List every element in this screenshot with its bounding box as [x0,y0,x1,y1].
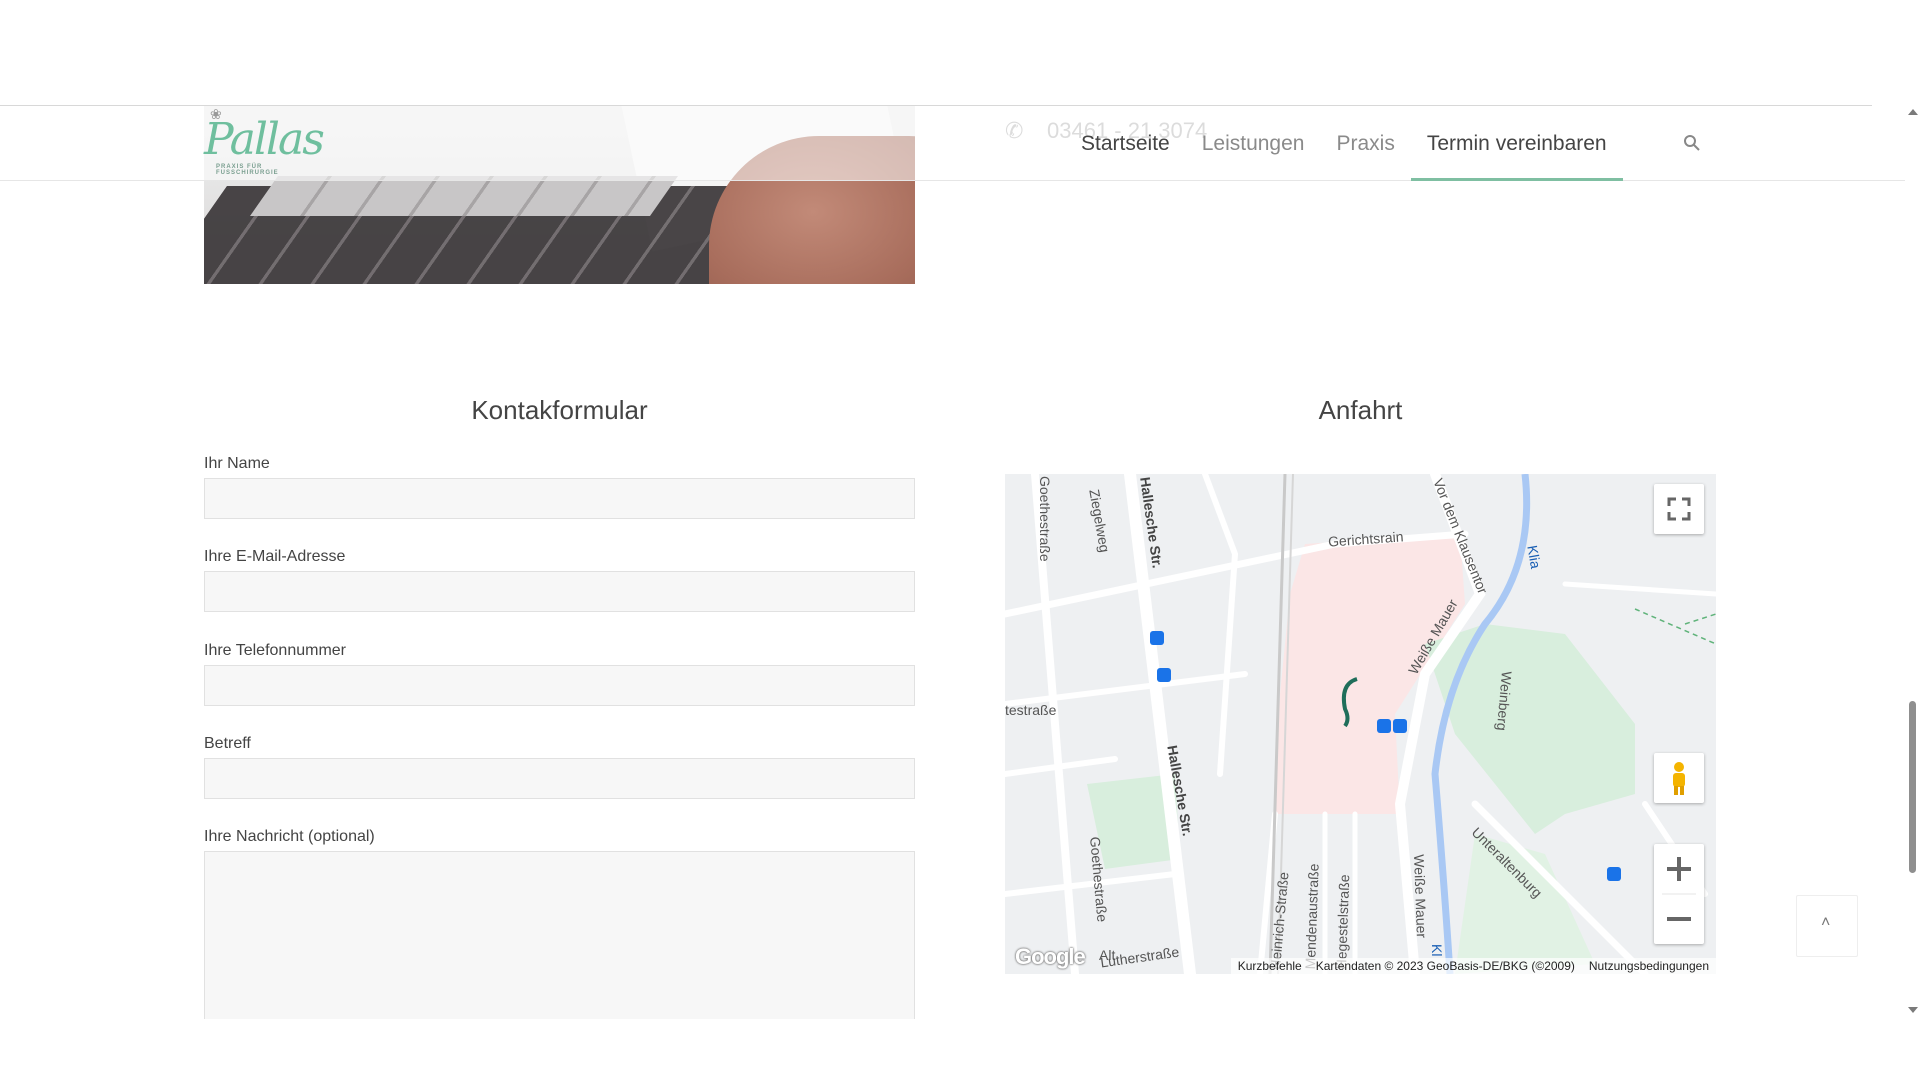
map-street-label: Goethestraße [1037,476,1053,562]
map-street-label: Weiße Mauer [1411,854,1430,939]
map-footer: Kurzbefehle Kartendaten © 2023 GeoBasis-… [1230,958,1716,974]
map-river-label: Kl [1429,944,1445,957]
message-textarea[interactable] [204,851,915,1019]
nav-termin-vereinbaren[interactable]: Termin vereinbaren [1410,106,1623,181]
google-map[interactable]: Goethestraße Ziegelweg Hallesche Str. Ge… [1005,474,1716,974]
map-street-label: Hegestelstraße [1333,874,1353,970]
email-input[interactable] [204,571,915,612]
site-logo[interactable]: ❀ Pallas PRAXIS FÜR FUSSCHIRURGIE [204,106,325,181]
chevron-up-icon: ˄ [1821,914,1831,931]
logo-subtext: PRAXIS FÜR FUSSCHIRURGIE [216,164,279,176]
map-street-label: testraße [1005,702,1057,718]
scrollbar-thumb[interactable] [1909,701,1916,873]
phone-icon: ✆ [1005,118,1024,143]
pegman-icon [1673,762,1685,795]
page-scrollbar[interactable] [1905,105,1920,1020]
back-to-top-button[interactable]: ˄ [1796,895,1858,957]
nav-praxis[interactable]: Praxis [1335,106,1395,181]
phone-input[interactable] [204,665,915,706]
terms-link[interactable]: Nutzungsbedingungen [1589,959,1709,973]
scroll-up-arrow[interactable] [1908,109,1918,115]
search-icon[interactable] [1683,134,1701,152]
map-data-attribution: Kartendaten © 2023 GeoBasis-DE/BKG (©200… [1315,959,1575,973]
message-label: Ihre Nachricht (optional) [204,828,375,845]
name-input[interactable] [204,478,915,519]
email-label: Ihre E-Mail-Adresse [204,548,346,565]
browser-top-area [0,0,1920,105]
scroll-down-arrow[interactable] [1908,1007,1918,1013]
fullscreen-button[interactable] [1654,484,1704,534]
logo-wordmark: Pallas [204,114,325,165]
nav-startseite[interactable]: Startseite [1080,106,1171,181]
keyboard-shortcuts-link[interactable]: Kurzbefehle [1238,959,1302,973]
google-logo: Google [1015,944,1086,969]
map-street-label: Alt [1099,947,1116,963]
main-navigation: Startseite Leistungen Praxis Termin vere… [1065,106,1623,181]
subject-input[interactable] [204,758,915,799]
zoom-out-icon[interactable] [1654,894,1704,944]
nav-leistungen[interactable]: Leistungen [1201,106,1306,181]
subject-label: Betreff [204,735,251,752]
directions-title: Anfahrt [1318,395,1403,425]
fullscreen-icon [1667,497,1691,521]
phone-label: Ihre Telefonnummer [204,642,346,659]
street-view-button[interactable] [1654,753,1704,803]
zoom-controls [1654,844,1704,944]
zoom-in-icon[interactable] [1654,844,1704,894]
name-label: Ihr Name [204,455,270,472]
contact-form-title: Kontakformular [471,395,648,425]
